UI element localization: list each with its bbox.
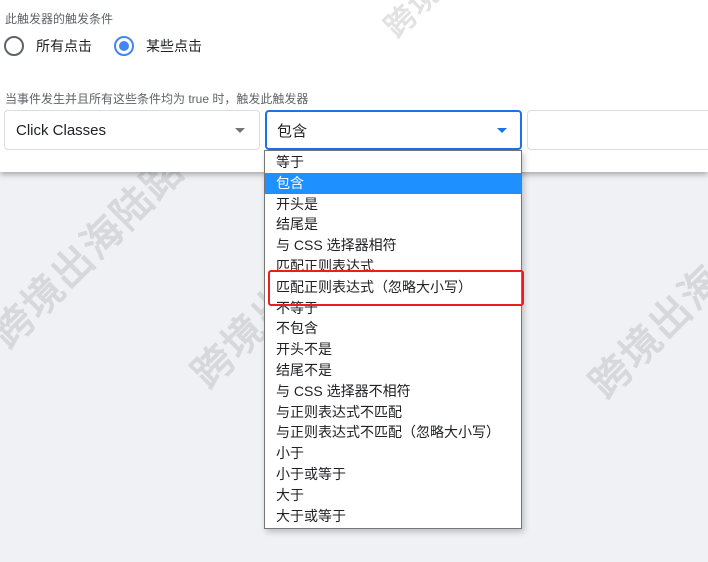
dropdown-option[interactable]: 与 CSS 选择器相符 [265, 235, 521, 256]
dropdown-option-selected[interactable]: 包含 [265, 172, 521, 194]
trigger-conditions-label: 此触发器的触发条件 [5, 12, 114, 26]
variable-select[interactable]: Click Classes [4, 110, 260, 150]
dropdown-option-highlighted[interactable]: 匹配正则表达式（忽略大小写） [265, 277, 521, 298]
condition-value-input[interactable] [527, 110, 708, 150]
watermark: 跨境出海陆路 [373, 0, 540, 45]
dropdown-option[interactable]: 开头是 [265, 194, 521, 215]
trigger-settings-card: 跨境出海陆路 此触发器的触发条件 所有点击 某些点击 当事件发生并且所有这些条件… [0, 0, 708, 172]
radio-unchecked-icon[interactable] [4, 36, 24, 56]
operator-select-value: 包含 [277, 122, 308, 140]
dropdown-option[interactable]: 匹配正则表达式 [265, 256, 521, 277]
dropdown-caret-icon [235, 128, 245, 133]
dropdown-option[interactable]: 不等于 [265, 298, 521, 319]
dropdown-option[interactable]: 不包含 [265, 318, 521, 339]
click-scope-radio-group: 所有点击 某些点击 [4, 36, 224, 56]
operator-dropdown-list: 等于 包含 开头是 结尾是 与 CSS 选择器相符 匹配正则表达式 匹配正则表达… [264, 150, 522, 529]
dropdown-option[interactable]: 大于或等于 [265, 506, 521, 527]
dropdown-caret-icon [497, 128, 507, 133]
radio-all-clicks[interactable]: 所有点击 [4, 36, 92, 56]
dropdown-option[interactable]: 与 CSS 选择器不相符 [265, 381, 521, 402]
condition-description: 当事件发生并且所有这些条件均为 true 时，触发此触发器 [5, 92, 309, 106]
dropdown-option[interactable]: 结尾是 [265, 214, 521, 235]
dropdown-option[interactable]: 等于 [265, 152, 521, 173]
dropdown-option[interactable]: 开头不是 [265, 339, 521, 360]
dropdown-option[interactable]: 与正则表达式不匹配（忽略大小写） [265, 422, 521, 443]
dropdown-option[interactable]: 与正则表达式不匹配 [265, 402, 521, 423]
watermark: 跨境出海 [581, 256, 708, 408]
dropdown-option[interactable]: 结尾不是 [265, 360, 521, 381]
operator-select[interactable]: 包含 [265, 110, 522, 150]
radio-checked-icon[interactable] [114, 36, 134, 56]
radio-some-clicks[interactable]: 某些点击 [114, 36, 202, 56]
variable-select-value: Click Classes [16, 121, 107, 139]
radio-label: 某些点击 [146, 38, 202, 54]
dropdown-option[interactable]: 小于或等于 [265, 464, 521, 485]
dropdown-option[interactable]: 小于 [265, 443, 521, 464]
radio-label: 所有点击 [36, 38, 92, 54]
watermark: 跨境出海陆路 [0, 146, 195, 358]
dropdown-option[interactable]: 大于 [265, 485, 521, 506]
